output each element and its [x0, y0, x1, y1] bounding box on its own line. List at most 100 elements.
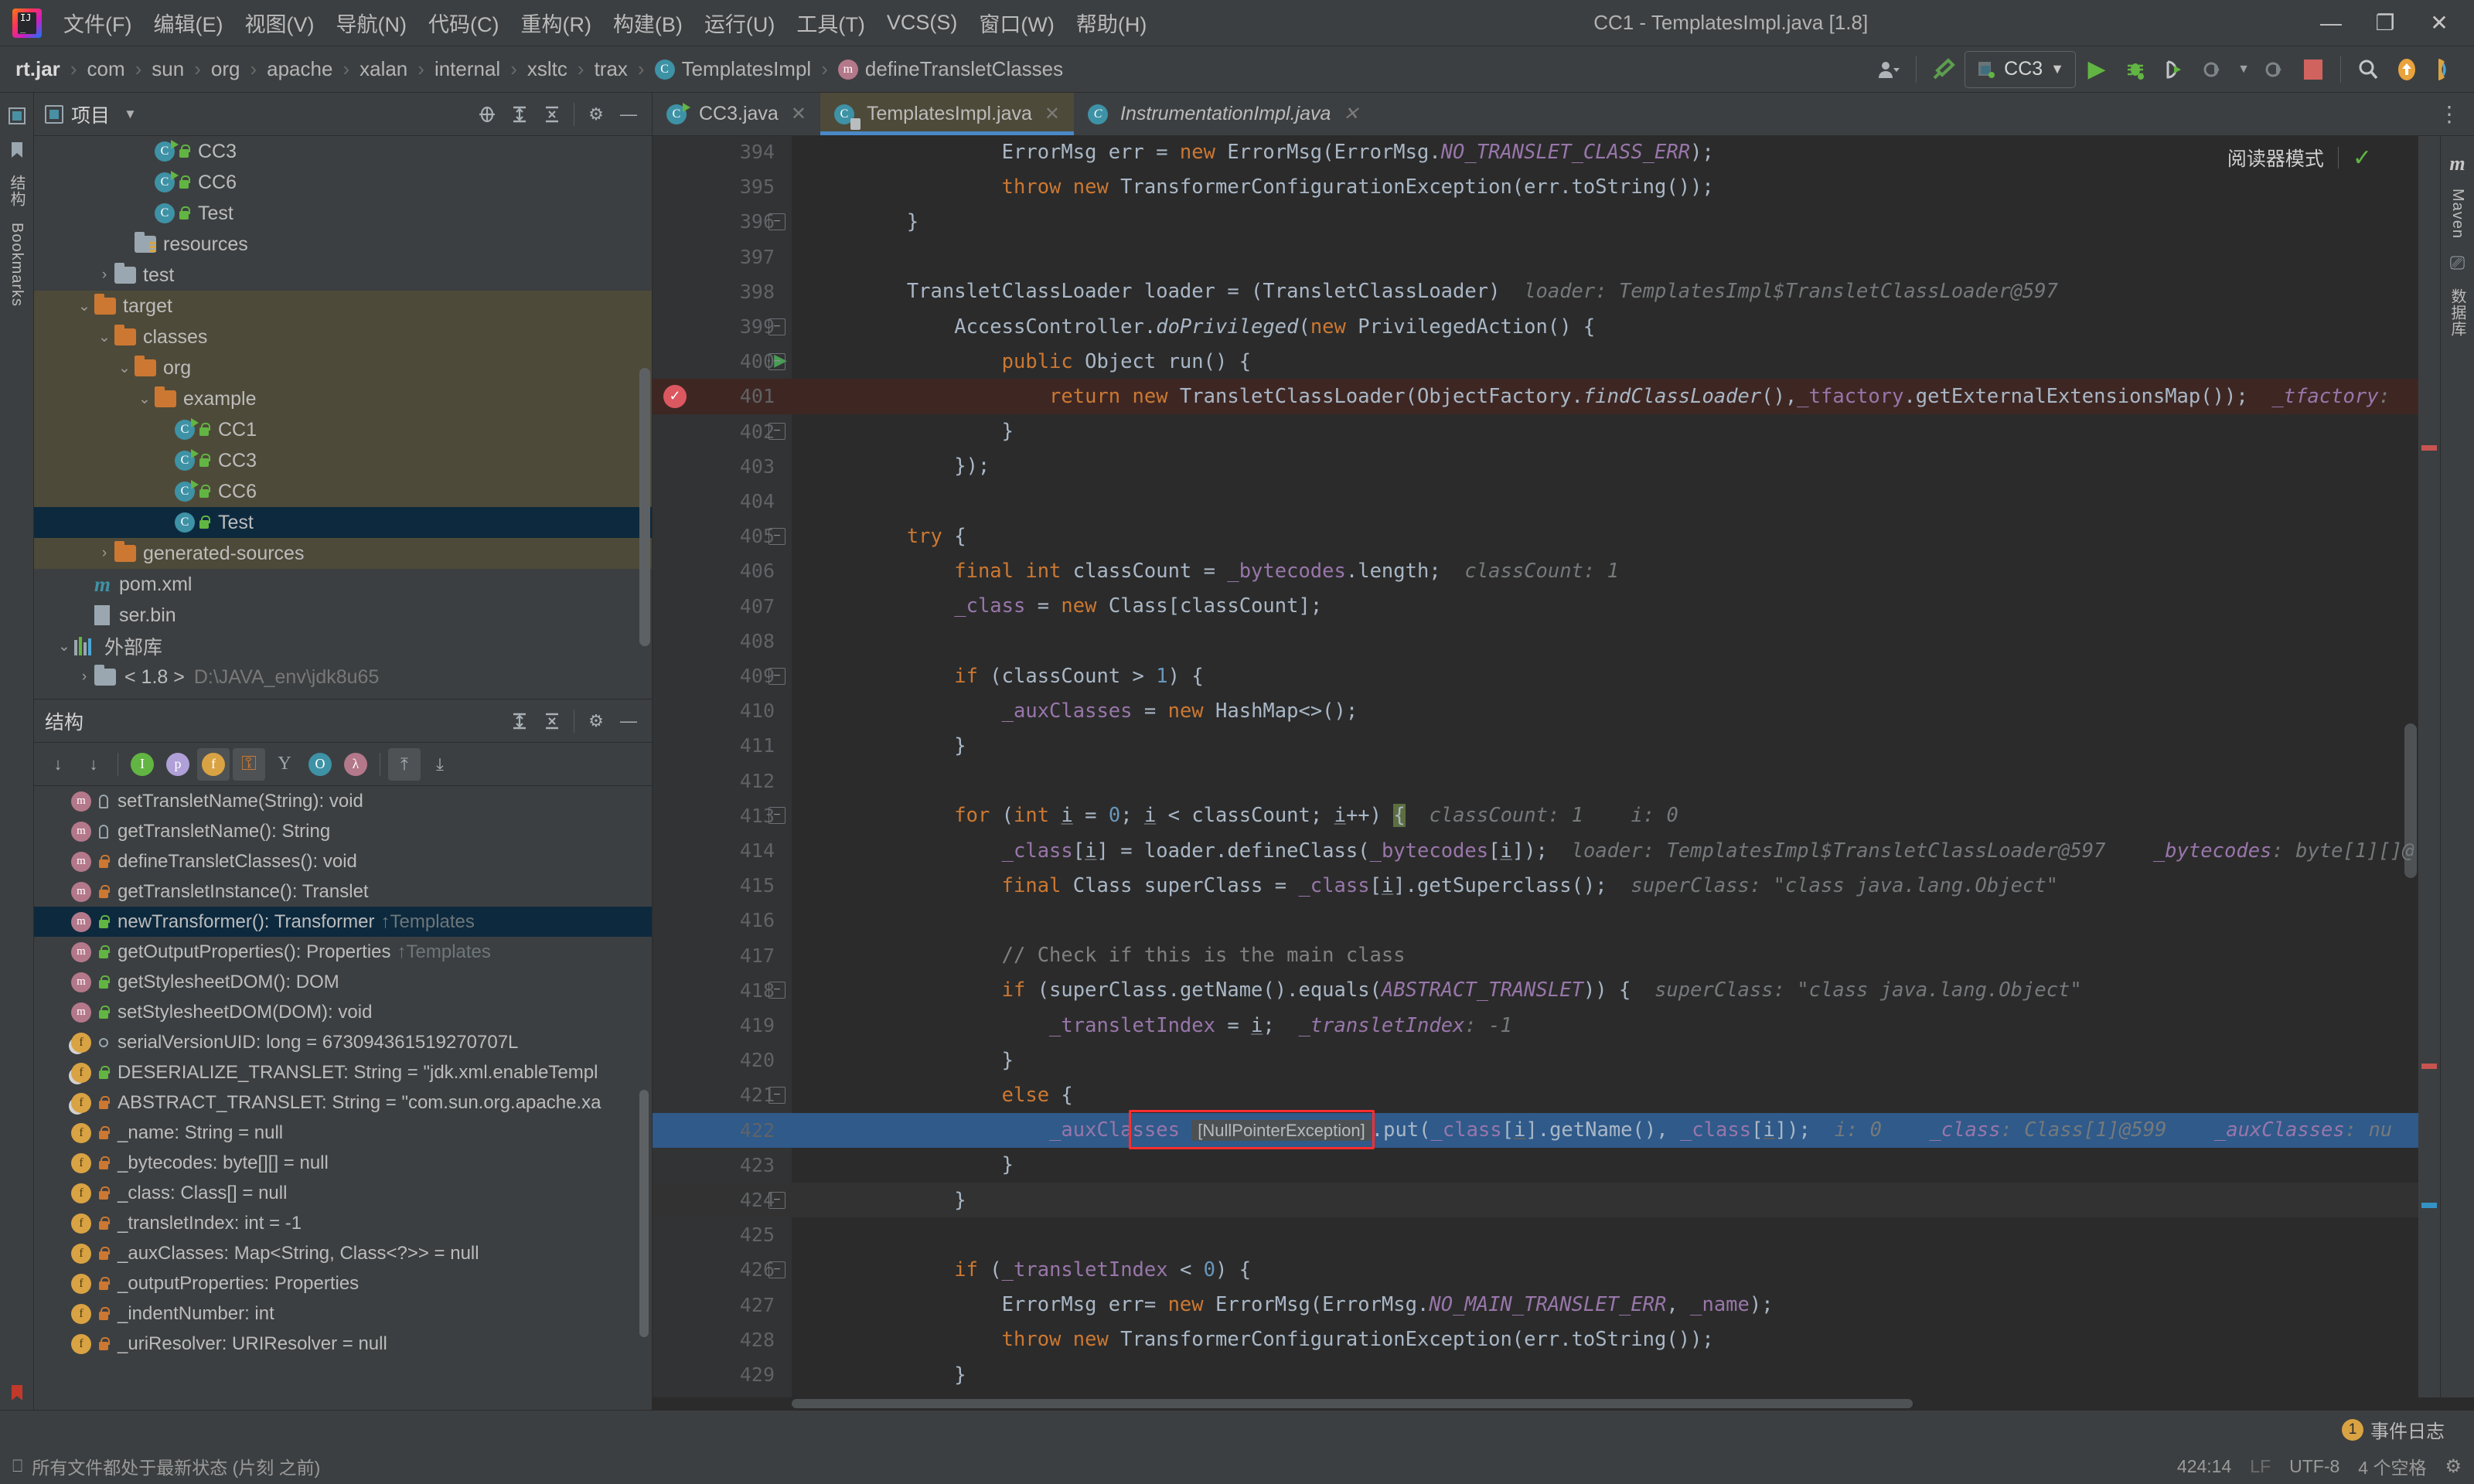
tree-row[interactable]: CTest — [34, 507, 652, 538]
tree-row[interactable]: CCC3 — [34, 445, 652, 476]
code-line-410[interactable]: _auxClasses = new HashMap<>(); — [792, 693, 2418, 728]
expand-all-icon[interactable] — [504, 99, 535, 130]
gutter-line-410[interactable]: 410 — [653, 693, 792, 728]
gutter-line-404[interactable]: 404 — [653, 484, 792, 519]
fold-marker-icon[interactable]: − — [768, 982, 785, 999]
gutter-line-402[interactable]: 402− — [653, 414, 792, 449]
gutter-line-398[interactable]: 398 — [653, 274, 792, 309]
tree-row[interactable]: ⌄target — [34, 291, 652, 322]
menu-item-11[interactable]: 帮助(H) — [1065, 3, 1157, 43]
breadcrumb-item-org[interactable]: org — [208, 56, 244, 83]
tree-expand-arrow[interactable]: ⌄ — [54, 638, 74, 655]
code-line-414[interactable]: _class[i] = loader.defineClass(_bytecode… — [792, 833, 2418, 868]
code-line-403[interactable]: }); — [792, 449, 2418, 484]
profiler-icon[interactable] — [2195, 52, 2230, 87]
gutter-line-411[interactable]: 411 — [653, 728, 792, 763]
menu-item-3[interactable]: 导航(N) — [325, 3, 417, 43]
show-inherited-icon[interactable]: I — [126, 748, 158, 781]
structure-item[interactable]: f_bytecodes: byte[][] = null — [34, 1148, 652, 1178]
minimize-button[interactable]: — — [2304, 1, 2358, 46]
gutter-line-419[interactable]: 419 — [653, 1008, 792, 1043]
account-icon[interactable] — [1871, 52, 1907, 87]
run-configuration-selector[interactable]: CC3 ▼ — [1965, 51, 2076, 88]
update-project-icon[interactable] — [2389, 52, 2425, 87]
database-rail-icon[interactable]: ⎚ — [2447, 253, 2469, 274]
gutter-line-399[interactable]: 399− — [653, 309, 792, 344]
project-rail-icon[interactable] — [6, 105, 28, 127]
tree-expand-arrow[interactable]: ⌄ — [94, 328, 114, 346]
fold-marker-icon[interactable]: − — [768, 668, 785, 685]
structure-list[interactable]: msetTransletName(String): voidmgetTransl… — [34, 786, 652, 1410]
chevron-down-icon[interactable]: ▼ — [124, 107, 137, 122]
tree-expand-arrow[interactable]: ⌄ — [135, 390, 155, 408]
breadcrumb-item-trax[interactable]: trax — [591, 56, 631, 83]
code-line-430[interactable]: } — [792, 1392, 2418, 1397]
gutter-line-430[interactable]: 430 — [653, 1392, 792, 1397]
tree-row[interactable]: ›< 1.8 > D:\JAVA_env\jdk8u65 — [34, 662, 652, 693]
project-tree-scrollbar[interactable] — [639, 368, 650, 646]
code-line-398[interactable]: TransletClassLoader loader = (TransletCl… — [792, 274, 2418, 309]
structure-item[interactable]: mgetOutputProperties(): Properties↑Templ… — [34, 937, 652, 967]
structure-item[interactable]: fDESERIALIZE_TRANSLET: String = "jdk.xml… — [34, 1057, 652, 1087]
maximize-button[interactable]: ❐ — [2358, 1, 2412, 46]
code-line-407[interactable]: _class = new Class[classCount]; — [792, 589, 2418, 624]
gutter-line-415[interactable]: 415 — [653, 868, 792, 903]
code-line-419[interactable]: _transletIndex = i; _transletIndex: -1 — [792, 1008, 2418, 1043]
run-icon[interactable]: ▶ — [2079, 52, 2114, 87]
more-options-icon[interactable]: ⋮ — [2434, 99, 2465, 130]
gutter-line-422[interactable]: 422 — [653, 1113, 792, 1148]
run-coverage-icon[interactable] — [2156, 52, 2192, 87]
gutter-line-401[interactable]: 401✓ — [653, 379, 792, 414]
gutter-line-417[interactable]: 417 — [653, 938, 792, 973]
code-line-408[interactable] — [792, 624, 2418, 659]
gutter-line-420[interactable]: 420 — [653, 1043, 792, 1077]
gutter-line-414[interactable]: 414 — [653, 833, 792, 868]
settings-gear-icon[interactable]: ⚙ — [581, 706, 612, 737]
show-anonymous-icon[interactable]: Y — [268, 748, 301, 781]
show-fields-icon[interactable]: f — [197, 748, 230, 781]
code-line-413[interactable]: for (int i = 0; i < classCount; i++) { c… — [792, 798, 2418, 833]
tree-row[interactable]: ⌄example — [34, 383, 652, 414]
menu-item-10[interactable]: 窗口(W) — [968, 3, 1065, 43]
code-line-412[interactable] — [792, 764, 2418, 798]
gutter-line-425[interactable]: 425 — [653, 1217, 792, 1252]
code-line-423[interactable]: } — [792, 1148, 2418, 1183]
rail-label-maven[interactable]: Maven — [2447, 181, 2468, 247]
tree-row[interactable]: CTest — [34, 198, 652, 229]
gutter-line-407[interactable]: 407 — [653, 589, 792, 624]
tree-row[interactable]: ⌄classes — [34, 322, 652, 352]
breadcrumb-item-xalan[interactable]: xalan — [356, 56, 411, 83]
tree-row[interactable]: CCC3 — [34, 136, 652, 167]
code-line-400[interactable]: public Object run() { — [792, 344, 2418, 379]
structure-item[interactable]: f_name: String = null — [34, 1118, 652, 1148]
structure-item[interactable]: f_uriResolver: URIResolver = null — [34, 1329, 652, 1359]
breadcrumb-item-templatesimpl[interactable]: CTemplatesImpl — [652, 56, 815, 83]
gutter-line-424[interactable]: 424− — [653, 1183, 792, 1217]
code-line-409[interactable]: if (classCount > 1) { — [792, 659, 2418, 693]
gutter-line-423[interactable]: 423 — [653, 1148, 792, 1183]
gutter-line-416[interactable]: 416 — [653, 903, 792, 938]
structure-item[interactable]: f_outputProperties: Properties — [34, 1268, 652, 1298]
code-line-421[interactable]: else { — [792, 1077, 2418, 1112]
chevron-down-icon[interactable]: ▼ — [2234, 52, 2254, 87]
hide-icon[interactable]: — — [613, 706, 644, 737]
code-line-404[interactable] — [792, 484, 2418, 519]
code-line-415[interactable]: final Class superClass = _class[i].getSu… — [792, 868, 2418, 903]
settings-gear-icon[interactable]: ⚙ — [581, 99, 612, 130]
close-button[interactable]: ✕ — [2412, 1, 2466, 46]
structure-item[interactable]: msetTransletName(String): void — [34, 786, 652, 816]
show-interfaces-icon[interactable]: O — [304, 748, 336, 781]
menu-item-5[interactable]: 重构(R) — [509, 3, 601, 43]
editor-tab-instrumentationimpl[interactable]: CInstrumentationImpl.java✕ — [1074, 93, 1372, 135]
fold-marker-icon[interactable]: − — [768, 423, 785, 440]
code-line-418[interactable]: if (superClass.getName().equals(ABSTRACT… — [792, 973, 2418, 1008]
gutter-line-426[interactable]: 426− — [653, 1252, 792, 1287]
editor-tab-cc3[interactable]: CCC3.java✕ — [653, 93, 820, 135]
structure-scrollbar[interactable] — [639, 1090, 649, 1337]
breadcrumb[interactable]: rt.jar›com›sun›org›apache›xalan›internal… — [12, 56, 1871, 83]
tree-expand-arrow[interactable]: › — [94, 267, 114, 284]
bookmark-bottom-icon[interactable] — [6, 1382, 28, 1404]
structure-item[interactable]: msetStylesheetDOM(DOM): void — [34, 997, 652, 1027]
tree-row[interactable]: CCC6 — [34, 476, 652, 507]
code-line-401[interactable]: return new TransletClassLoader(ObjectFac… — [792, 379, 2418, 414]
